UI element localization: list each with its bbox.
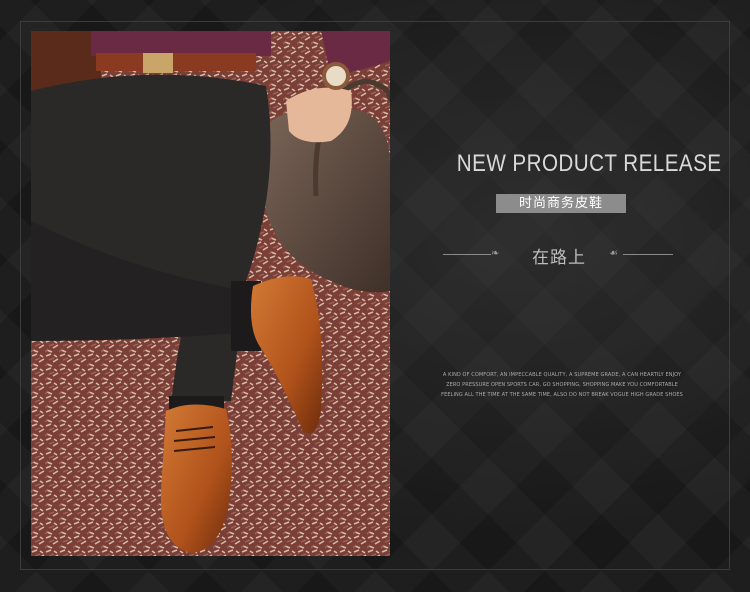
description-text: A KIND OF COMFORT, AN IMPECCABLE QUALITY…: [441, 372, 683, 398]
ornament-line-left: [443, 254, 491, 255]
product-banner: NEW PRODUCT RELEASE 时尚商务皮鞋 ❧ 在路上 ☙ A KIN…: [0, 0, 750, 592]
ornament-line-right: [623, 254, 673, 255]
ornament-left-icon: ❧: [491, 248, 500, 259]
tagline-row: ❧ 在路上 ☙: [443, 243, 673, 268]
product-photo: [31, 31, 390, 556]
subtitle-badge: 时尚商务皮鞋: [496, 194, 626, 213]
ornament-right-icon: ☙: [609, 248, 618, 259]
headline: NEW PRODUCT RELEASE: [456, 150, 722, 177]
product-photo-illustration: [31, 31, 390, 556]
tagline: 在路上: [532, 248, 586, 268]
